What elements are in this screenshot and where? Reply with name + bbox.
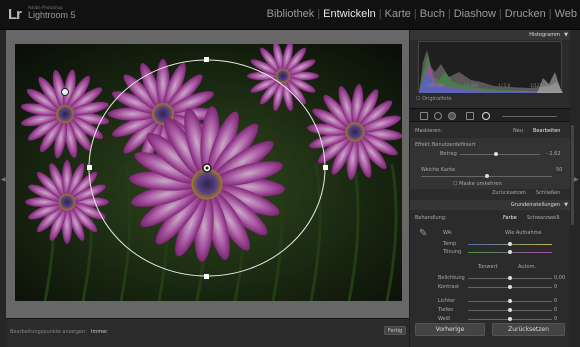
wb-label: WA: xyxy=(443,230,453,236)
brush-icon[interactable] xyxy=(502,116,557,117)
edit-pin xyxy=(61,88,69,96)
crop-tool-icon[interactable] xyxy=(420,112,428,120)
reset-all-button[interactable]: Zurücksetzen xyxy=(492,323,565,336)
red-eye-icon[interactable] xyxy=(448,112,456,120)
wb-dropdown[interactable]: Wie Aufnahme xyxy=(505,230,542,236)
collapse-right-icon[interactable]: ▶ xyxy=(574,176,579,183)
scrollbar-thumb[interactable] xyxy=(571,125,574,225)
module-bibliothek[interactable]: Bibliothek xyxy=(264,8,318,20)
bottom-toolbar: Bearbeitungspunkte anzeigen: Immer Ferti… xyxy=(6,318,409,347)
lightroom-logo: Lr xyxy=(8,6,22,23)
module-entwickeln[interactable]: Entwickeln xyxy=(320,8,379,20)
reset-button[interactable]: Zurücksetzen xyxy=(492,190,526,196)
slider-label-3: Tiefen xyxy=(438,307,454,313)
treatment-label: Behandlung: xyxy=(415,215,447,221)
bw-treatment-button[interactable]: Schwarzweiß xyxy=(527,215,560,221)
slider-value-3[interactable]: 0 xyxy=(554,307,557,313)
expand-left-icon[interactable]: ◀ xyxy=(1,176,6,183)
temp-label: Temp xyxy=(443,241,457,247)
right-scrollbar[interactable]: ▶ xyxy=(570,30,580,347)
feather-label: Weiche Kante xyxy=(421,167,456,173)
done-button[interactable]: Fertig xyxy=(384,326,406,335)
amount-slider[interactable] xyxy=(460,154,540,155)
amount-slider-knob[interactable] xyxy=(494,152,498,156)
close-button[interactable]: Schließen xyxy=(536,190,560,196)
right-panel: Histogramm ▼ ISO 100 55 mm f / 5.6 1/125 Se… xyxy=(410,30,570,347)
mask-label: Maskieren: xyxy=(415,128,443,134)
module-buch[interactable]: Buch xyxy=(417,8,448,20)
exif-item: f / 5.6 xyxy=(498,83,511,88)
original-photo-checkbox[interactable]: ☐ Originalfoto xyxy=(416,96,451,102)
tone-slider-knob-1[interactable] xyxy=(508,285,512,289)
feather-value[interactable]: 50 xyxy=(556,167,562,173)
tone-slider-knob-2[interactable] xyxy=(508,299,512,303)
mask-new-button[interactable]: Neu xyxy=(513,128,523,134)
basics-title: Grundeinstellungen xyxy=(510,202,560,208)
histogram-header[interactable]: Histogramm ▼ xyxy=(410,30,570,40)
top-bar: Lr Adobe Photoshop Lightroom 5 Bibliothe… xyxy=(0,0,580,30)
radial-filter-icon[interactable] xyxy=(482,112,490,120)
module-drucken[interactable]: Drucken xyxy=(502,8,549,20)
tint-slider-knob[interactable] xyxy=(508,250,512,254)
collapse-icon[interactable]: ▼ xyxy=(564,32,568,38)
module-web[interactable]: Web xyxy=(552,8,580,20)
overlay-dropdown[interactable]: Immer xyxy=(91,329,107,335)
slider-label-0: Belichtung xyxy=(438,275,465,281)
overlay-label: Bearbeitungspunkte anzeigen: xyxy=(10,329,87,335)
temp-slider-knob[interactable] xyxy=(508,242,512,246)
slider-value-4[interactable]: 0 xyxy=(554,316,557,322)
tone-slider-knob-0[interactable] xyxy=(508,276,512,280)
slider-value-0[interactable]: 0,00 xyxy=(554,275,565,281)
basics-header[interactable]: Grundeinstellungen ▼ xyxy=(410,200,570,210)
color-treatment-button[interactable]: Farbe xyxy=(503,215,517,221)
effect-label: Effekt: xyxy=(415,142,432,148)
exif-info: ISO 100 55 mm f / 5.6 1/125 Sek. xyxy=(418,83,562,88)
photo-viewer[interactable] xyxy=(6,30,409,318)
amount-label: Betrag xyxy=(440,151,457,157)
slider-value-1[interactable]: 0 xyxy=(554,284,557,290)
collapse-icon[interactable]: ▼ xyxy=(564,202,568,208)
tone-slider-knob-3[interactable] xyxy=(508,308,512,312)
module-diashow[interactable]: Diashow xyxy=(451,8,499,20)
exif-item: ISO 100 xyxy=(428,83,444,88)
previous-button[interactable]: Vorherige xyxy=(415,323,485,336)
amount-value[interactable]: - 2,62 xyxy=(546,151,561,157)
slider-value-2[interactable]: 0 xyxy=(554,298,557,304)
slider-label-4: Weiß xyxy=(438,316,451,322)
mask-edit-button[interactable]: Bearbeiten xyxy=(533,128,560,134)
invert-mask-checkbox[interactable]: ☐ Maske umkehren xyxy=(453,181,502,187)
exif-item: 55 mm xyxy=(464,83,479,88)
histogram-title: Histogramm xyxy=(529,32,560,38)
flower-photo[interactable] xyxy=(15,44,402,301)
spot-removal-icon[interactable] xyxy=(434,112,442,120)
tone-label: Tonwert xyxy=(478,264,498,270)
graduated-filter-icon[interactable] xyxy=(466,112,474,120)
eyedropper-icon[interactable]: ✎ xyxy=(419,228,427,239)
auto-tone-button[interactable]: Autom. xyxy=(518,264,536,270)
tool-strip xyxy=(410,108,570,122)
tone-slider-knob-4[interactable] xyxy=(508,317,512,321)
module-picker: Bibliothek | Entwickeln | Karte | Buch | Diashow… xyxy=(264,8,580,20)
module-karte[interactable]: Karte xyxy=(382,8,414,20)
slider-label-1: Kontrast xyxy=(438,284,459,290)
slider-label-2: Lichter xyxy=(438,298,456,304)
tint-label: Tönung xyxy=(443,249,462,255)
brand-product: Lightroom 5 xyxy=(28,10,76,20)
exif-item: 1/125 Sek. xyxy=(530,83,552,88)
feather-slider-knob[interactable] xyxy=(484,174,489,178)
effect-preset-dropdown[interactable]: Benutzerdefiniert xyxy=(432,142,476,148)
